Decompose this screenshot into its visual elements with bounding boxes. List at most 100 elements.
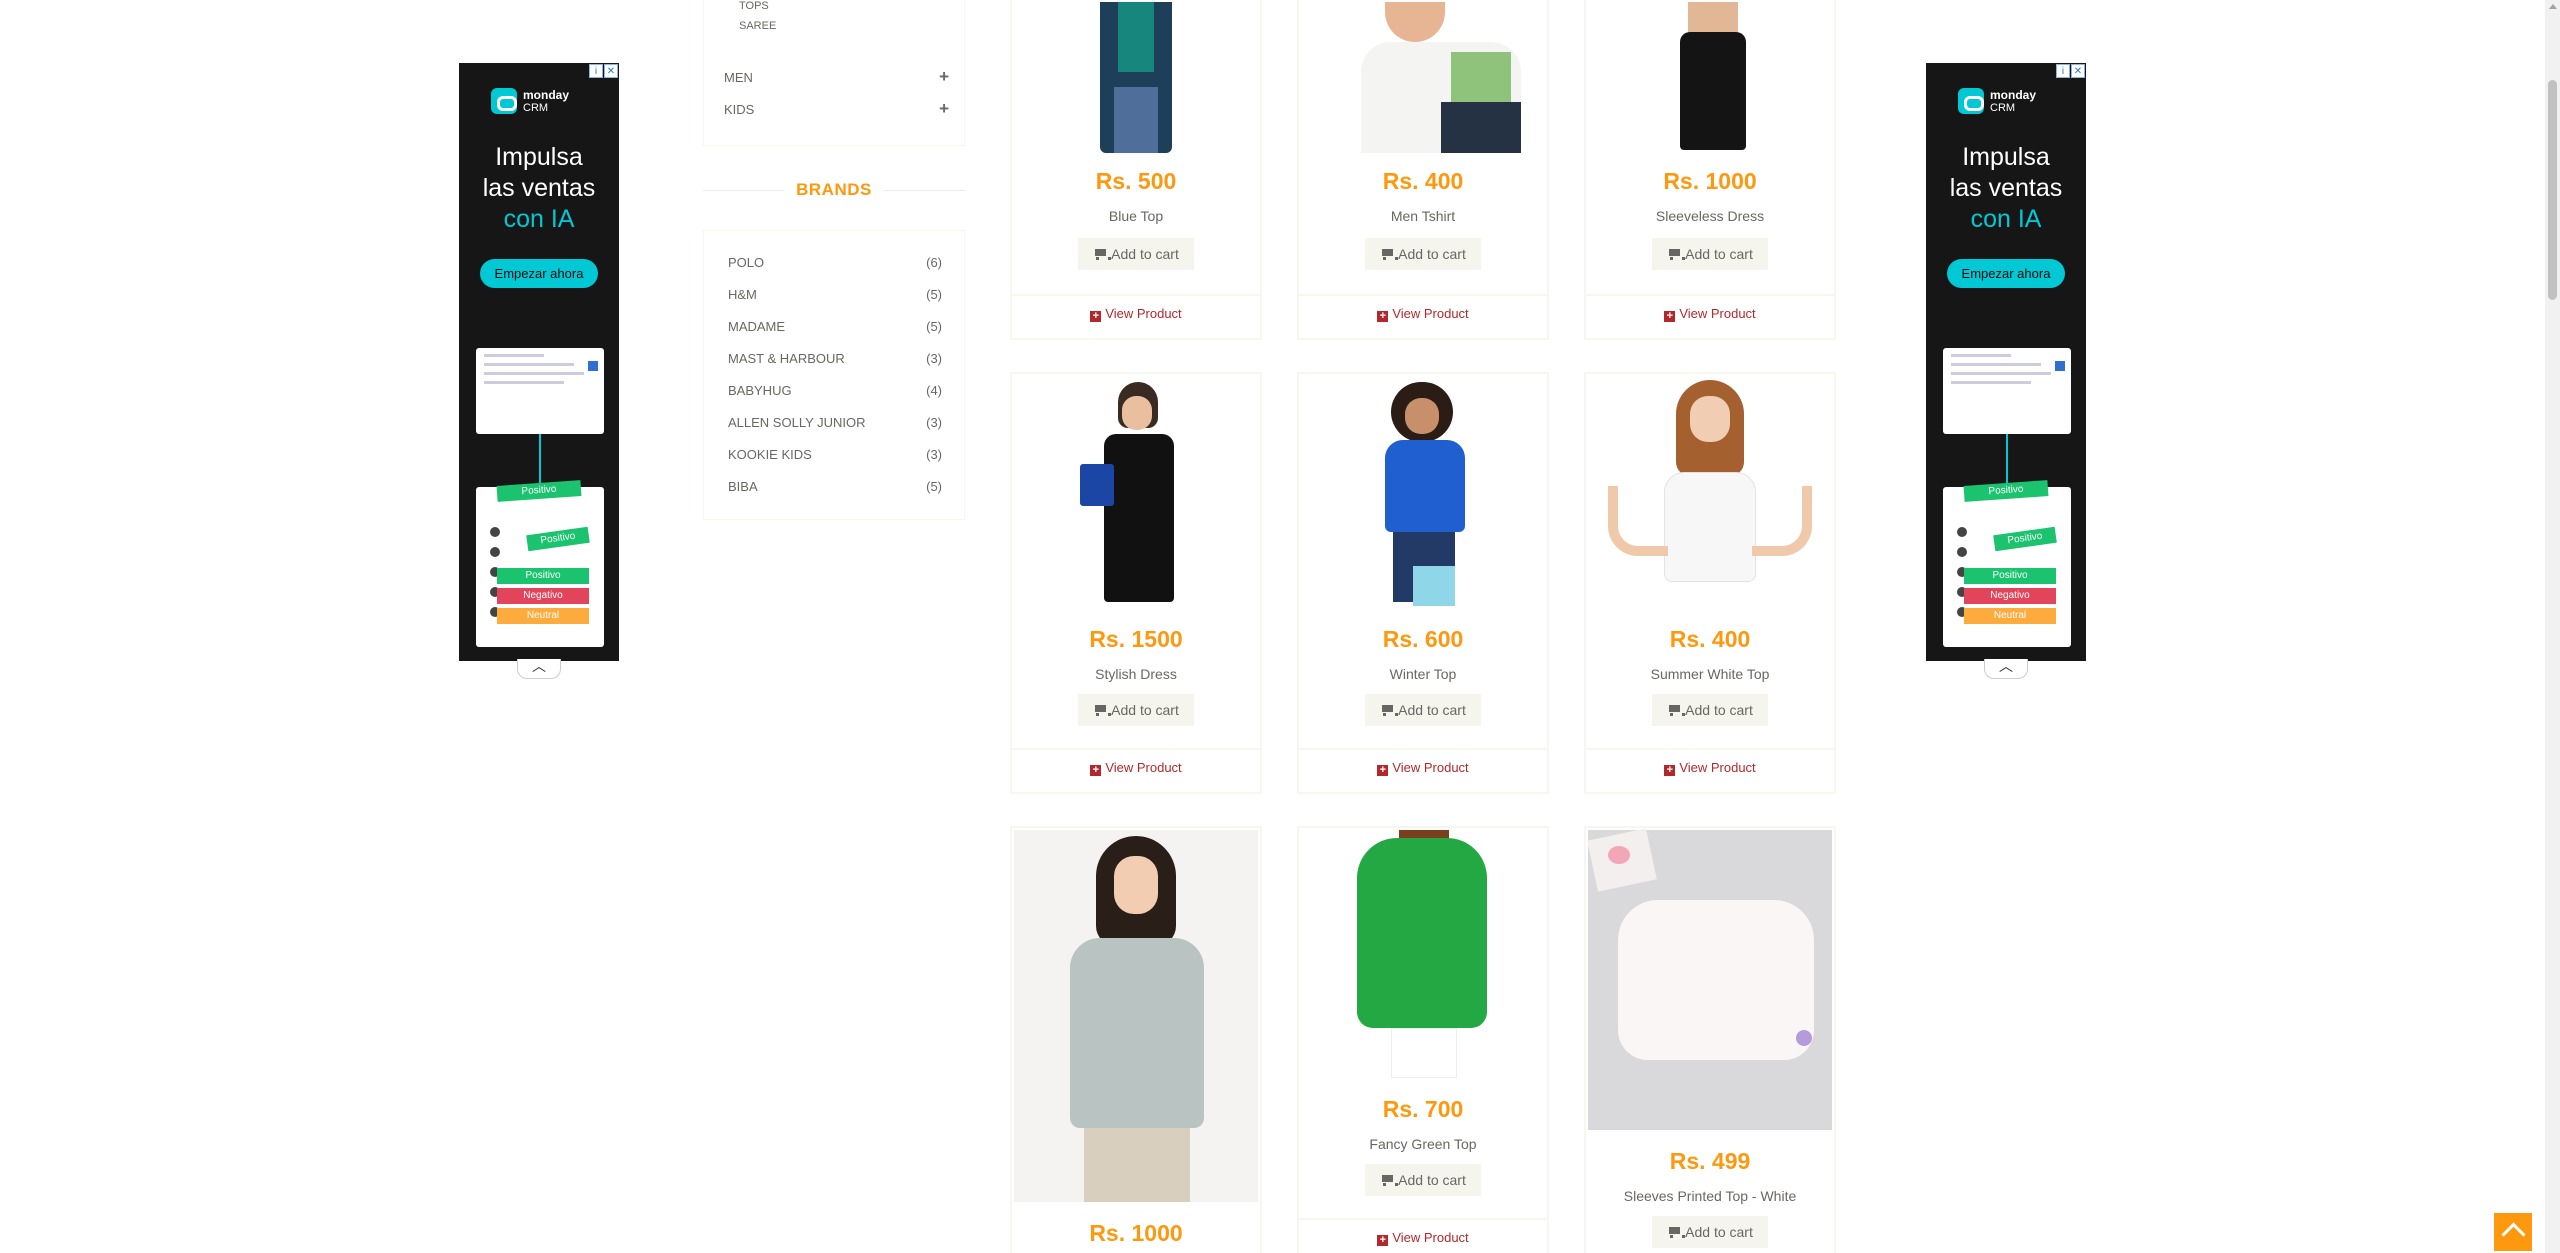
view-product-label[interactable]: View Product — [1679, 306, 1755, 321]
view-product-link[interactable]: + View Product — [1586, 760, 1834, 776]
brand-item-hm[interactable]: H&M (5) — [728, 287, 942, 302]
brand-count: (4) — [926, 383, 942, 398]
video-icon — [2055, 361, 2065, 371]
cart-icon — [1667, 705, 1686, 716]
page: i ✕ monday CRM Impulsa las ventas con IA… — [0, 0, 2560, 1253]
view-product-label[interactable]: View Product — [1105, 306, 1181, 321]
product-card: Rs. 400 Men Tshirt Add to cart + View Pro… — [1297, 0, 1549, 340]
product-image[interactable] — [1014, 830, 1258, 1202]
product-card: Rs. 400 Summer White Top Add to cart + Vi… — [1584, 372, 1836, 794]
adchoices[interactable]: i ✕ — [589, 64, 618, 78]
product-image[interactable] — [1301, 2, 1545, 153]
view-product-link[interactable]: + View Product — [1299, 1230, 1547, 1246]
brand-item-allen-solly-junior[interactable]: ALLEN SOLLY JUNIOR (3) — [728, 415, 942, 430]
brand-name[interactable]: ALLEN SOLLY JUNIOR — [728, 415, 866, 430]
ad-comment-card — [476, 348, 604, 434]
category-subitem-tops[interactable]: TOPS — [739, 0, 769, 12]
cart-icon — [1093, 249, 1112, 260]
category-kids[interactable]: KIDS + — [724, 99, 949, 119]
add-to-cart-button[interactable]: Add to cart — [1652, 238, 1768, 270]
add-to-cart-label: Add to cart — [1111, 702, 1179, 718]
brand-name[interactable]: MADAME — [728, 319, 785, 334]
category-subitem-saree[interactable]: SAREE — [739, 20, 776, 32]
category-panel: TOPS SAREE MEN + KIDS + — [703, 0, 965, 146]
view-product-link[interactable]: + View Product — [1012, 760, 1260, 776]
product-name: Fancy Green Top — [1369, 1136, 1477, 1152]
add-to-cart-button[interactable]: Add to cart — [1078, 238, 1194, 270]
add-to-cart-button[interactable]: Add to cart — [1365, 1164, 1481, 1196]
product-image[interactable] — [1301, 376, 1545, 606]
ad-headline: Impulsa las ventas con IA — [459, 142, 619, 235]
brand-name[interactable]: POLO — [728, 255, 764, 270]
brand-item-babyhug[interactable]: BABYHUG (4) — [728, 383, 942, 398]
scroll-to-top-button[interactable] — [2494, 1213, 2532, 1251]
brand-name[interactable]: BABYHUG — [728, 383, 792, 398]
cart-icon — [1093, 705, 1112, 716]
cart-icon — [1667, 1227, 1686, 1238]
brand-count: (5) — [926, 319, 942, 334]
category-men[interactable]: MEN + — [724, 67, 949, 87]
product-image[interactable] — [1014, 376, 1258, 606]
ad-left[interactable]: i ✕ monday CRM Impulsa las ventas con IA… — [459, 63, 619, 679]
brand-item-mast-harbour[interactable]: MAST & HARBOUR (3) — [728, 351, 942, 366]
adchoices[interactable]: i ✕ — [2056, 64, 2085, 78]
brand-name[interactable]: KOOKIE KIDS — [728, 447, 812, 462]
add-to-cart-button[interactable]: Add to cart — [1365, 238, 1481, 270]
scrollbar-thumb[interactable] — [2548, 80, 2557, 300]
ad-headline-line: las ventas — [1949, 174, 2063, 202]
brand-name[interactable]: BIBA — [728, 479, 758, 494]
product-image[interactable] — [1014, 2, 1258, 153]
product-image[interactable] — [1587, 828, 1832, 1130]
plus-square-icon: + — [1090, 311, 1102, 322]
view-product-link[interactable]: + View Product — [1299, 306, 1547, 322]
product-image[interactable] — [1588, 376, 1832, 606]
plus-icon[interactable]: + — [939, 99, 949, 119]
add-to-cart-button[interactable]: Add to cart — [1652, 1216, 1768, 1248]
view-product-label[interactable]: View Product — [1392, 760, 1468, 775]
ad-status-negative: Negativo — [497, 588, 589, 604]
ad-cta-button[interactable]: Empezar ahora — [479, 259, 599, 288]
close-ad-icon[interactable]: ✕ — [604, 64, 618, 78]
product-image[interactable] — [1588, 2, 1832, 153]
brand-name[interactable]: MAST & HARBOUR — [728, 351, 845, 366]
view-product-link[interactable]: + View Product — [1299, 760, 1547, 776]
view-product-label[interactable]: View Product — [1679, 760, 1755, 775]
product-image[interactable] — [1301, 830, 1545, 1078]
product-name: Blue Top — [1108, 208, 1164, 224]
brand-item-polo[interactable]: POLO (6) — [728, 255, 942, 270]
ad-right[interactable]: i ✕ monday CRM Impulsa las ventas con IA… — [1926, 63, 2086, 679]
category-label[interactable]: MEN — [724, 70, 753, 85]
ad-cta-button[interactable]: Empezar ahora — [1946, 259, 2066, 288]
plus-square-icon: + — [1090, 765, 1102, 776]
product-name: Men Tshirt — [1390, 208, 1456, 224]
brand-item-biba[interactable]: BIBA (5) — [728, 479, 942, 494]
product-price: Rs. 600 — [1382, 626, 1464, 652]
brand-item-kookie-kids[interactable]: KOOKIE KIDS (3) — [728, 447, 942, 462]
view-product-link[interactable]: + View Product — [1586, 306, 1834, 322]
product-card: Rs. 499 Sleeves Printed Top - White Add … — [1584, 826, 1836, 1253]
plus-icon[interactable]: + — [939, 67, 949, 87]
brand-count: (3) — [926, 415, 942, 430]
category-label[interactable]: KIDS — [724, 102, 754, 117]
view-product-label[interactable]: View Product — [1392, 306, 1468, 321]
brand-item-madame[interactable]: MADAME (5) — [728, 319, 942, 334]
view-product-label[interactable]: View Product — [1392, 1230, 1468, 1245]
scroll-up-arrow-icon[interactable] — [2549, 4, 2557, 9]
add-to-cart-button[interactable]: Add to cart — [1365, 694, 1481, 726]
brand-name[interactable]: H&M — [728, 287, 757, 302]
ad-status-neutral: Neutral — [497, 608, 589, 624]
chevron-up-icon[interactable]: ︿ — [1984, 659, 2028, 679]
cart-icon — [1380, 249, 1399, 260]
adchoices-icon[interactable]: i — [2056, 64, 2070, 78]
close-ad-icon[interactable]: ✕ — [2071, 64, 2085, 78]
view-product-link[interactable]: + View Product — [1012, 306, 1260, 322]
page-scrollbar[interactable] — [2545, 0, 2560, 1253]
view-product-label[interactable]: View Product — [1105, 760, 1181, 775]
chevron-up-icon[interactable]: ︿ — [517, 659, 561, 679]
product-card: Rs. 1500 Stylish Dress Add to cart + View… — [1010, 372, 1262, 794]
add-to-cart-button[interactable]: Add to cart — [1078, 694, 1194, 726]
product-card: Rs. 700 Fancy Green Top Add to cart + Vie… — [1297, 826, 1549, 1253]
adchoices-icon[interactable]: i — [589, 64, 603, 78]
ad-brand-sub: CRM — [1990, 101, 2016, 114]
add-to-cart-button[interactable]: Add to cart — [1652, 694, 1768, 726]
